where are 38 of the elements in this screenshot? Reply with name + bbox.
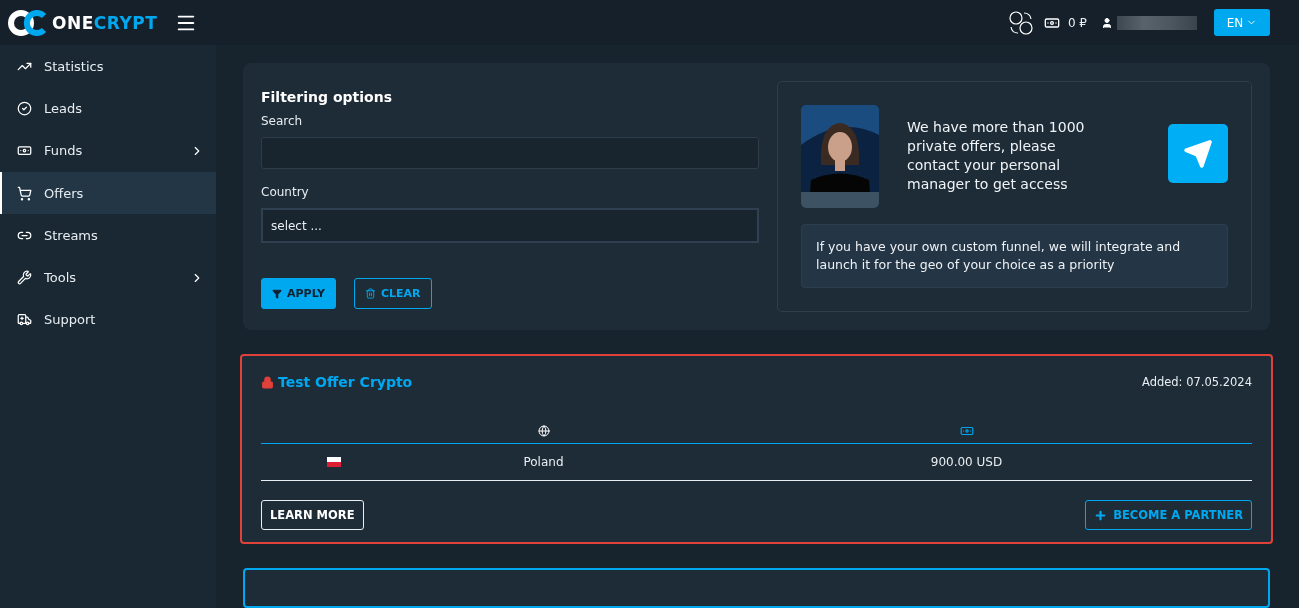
sidebar-item[interactable]: Funds [0,129,216,172]
balance-amount: 0 ₽ [1067,15,1087,30]
wrench-icon [17,270,32,286]
country-cell: Poland [523,455,564,469]
sidebar-item[interactable]: Statistics [0,45,216,88]
ambulance-icon [17,312,32,328]
sidebar-item[interactable]: Streams [0,214,216,257]
sidebar-item[interactable]: Tools [0,256,216,299]
currency-exchange-icon[interactable] [1007,9,1034,36]
send-icon [1183,138,1213,169]
search-label: Search [261,114,304,128]
sidebar-item[interactable]: Leads [0,87,216,130]
learn-more-button[interactable]: LEARN MORE [261,500,364,530]
become-partner-button[interactable]: BECOME A PARTNER [1085,500,1252,530]
check-icon [17,100,32,116]
payout-cell: 900.00 USD [930,455,1003,469]
logo-text: ONECRYPT [52,12,158,33]
sidebar-item[interactable]: Support [0,298,216,342]
apply-button[interactable]: APPLY [261,278,336,309]
cart-icon [17,185,32,201]
trash-icon [364,288,376,299]
user-icon [1101,16,1113,29]
logo-icon [8,9,48,36]
country-label: Country [261,185,310,199]
plus-icon [1094,508,1108,522]
offer-title-link[interactable]: Test Offer Crypto [261,374,413,390]
filter-title: Filtering options [261,89,393,105]
filter-icon [272,288,282,299]
promo-note: If you have your own custom funnel, we will integrate and launch it for the geo of your choice as a priority [801,224,1228,288]
lock-icon [261,375,274,389]
sidebar-item[interactable]: Offers [0,171,216,215]
poland-flag-icon [326,457,341,467]
clear-button[interactable]: CLEAR [353,278,432,309]
promo-message: We have more than 1000 private offers, please contact your personal manager to get access [907,118,1086,194]
country-select[interactable]: select ... [261,208,759,243]
search-field[interactable] [261,137,759,169]
globe-icon [537,424,550,437]
added-date: Added: 07.05.2024 [1142,375,1252,389]
